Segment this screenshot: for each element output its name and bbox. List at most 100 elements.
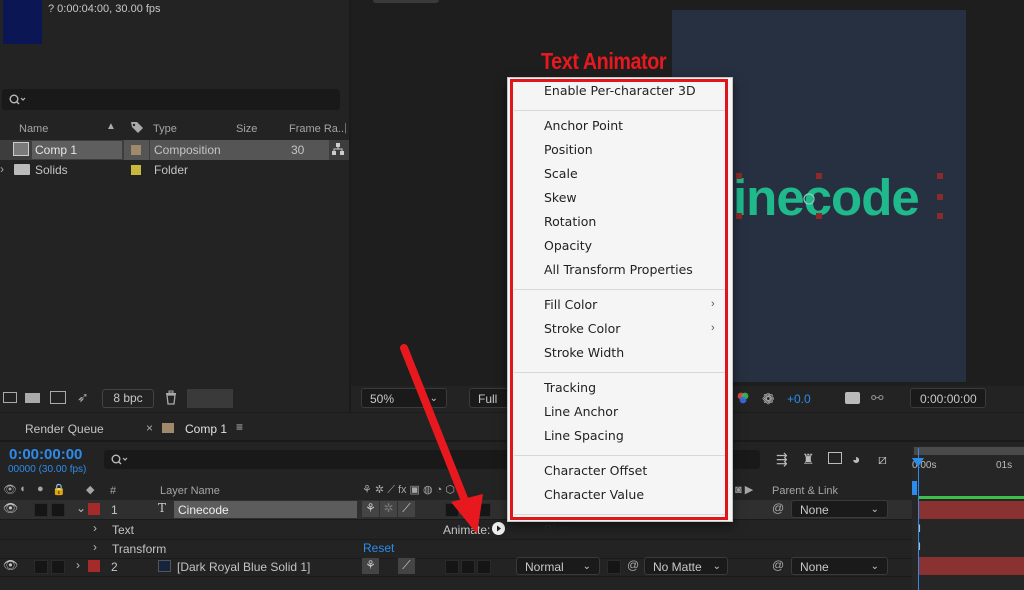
new-folder-icon[interactable] — [25, 393, 40, 403]
ruler-1s: 01s — [996, 460, 1013, 471]
viewer-tab-stub — [373, 0, 439, 3]
layer-number: 2 — [111, 560, 118, 574]
item-type: Composition — [154, 143, 221, 157]
parent-header: Parent & Link — [772, 485, 839, 497]
project-item-folder[interactable]: › Solids Folder — [0, 160, 349, 180]
expand-chevron-icon[interactable]: › — [93, 540, 97, 554]
audio-icon[interactable]: ◖ — [19, 483, 26, 495]
label-tag-icon[interactable] — [130, 121, 144, 137]
playhead-line[interactable] — [918, 448, 919, 590]
snapshot-camera-icon[interactable] — [845, 392, 860, 404]
tab-menu-icon[interactable]: ≡ — [236, 420, 243, 434]
pick-whip-icon[interactable]: @ — [627, 558, 639, 572]
col-frame-rate[interactable]: Frame Ra... — [289, 123, 347, 135]
parent-dropdown-1[interactable]: None ⌄ — [791, 500, 888, 518]
menu-item-blur[interactable]: Blur — [544, 520, 569, 540]
sort-up-icon[interactable]: ▲ — [106, 121, 116, 132]
motion-blur-icon[interactable]: ⧄ — [878, 451, 887, 468]
solo-toggle[interactable] — [34, 560, 48, 574]
tab-comp[interactable]: Comp 1 — [185, 422, 227, 436]
frame-blending-icon[interactable]: ◕ — [852, 451, 860, 467]
label-swatch[interactable] — [131, 165, 141, 175]
viewer-timecode[interactable]: 0:00:00:00 — [910, 388, 986, 408]
track-matte-dropdown[interactable]: No Matte ⌄ — [644, 557, 728, 575]
item-frame-rate: 30 — [291, 143, 305, 157]
layer-2-bar[interactable] — [918, 557, 1024, 575]
color-channels-icon[interactable] — [736, 391, 750, 408]
switch-box[interactable] — [477, 560, 491, 574]
expand-chevron-icon[interactable]: › — [0, 162, 4, 176]
label-swatch[interactable] — [131, 145, 141, 155]
animate-button[interactable] — [492, 522, 505, 535]
quality-switch[interactable]: ⟋ — [398, 558, 415, 574]
lock-toggle[interactable] — [51, 560, 65, 574]
switch-box[interactable] — [445, 560, 459, 574]
visibility-eye-icon[interactable]: 👁 — [3, 558, 18, 572]
col-name[interactable]: Name — [19, 123, 48, 135]
bpc-swatch — [187, 389, 233, 408]
solo-icon[interactable]: ● — [37, 483, 44, 495]
visibility-eye-icon[interactable]: 👁 — [3, 501, 18, 515]
lock-toggle[interactable] — [51, 503, 65, 517]
bpc-button[interactable]: 8 bpc — [102, 389, 154, 408]
hide-shy-icon[interactable] — [828, 452, 842, 464]
layer-number: 1 — [111, 503, 118, 517]
project-panel — [0, 0, 349, 412]
switch-box[interactable] — [461, 560, 475, 574]
item-name: Comp 1 — [35, 143, 78, 157]
label-swatch[interactable] — [88, 503, 100, 515]
blend-mode-dropdown[interactable]: Normal ⌄ — [516, 557, 600, 575]
track-matte-value: No Matte — [653, 560, 702, 574]
label-swatch[interactable] — [88, 560, 100, 572]
composition-icon — [13, 142, 29, 156]
collapse-chevron-icon[interactable]: ⌄ — [76, 501, 86, 515]
comp-mini-flowchart-icon[interactable]: ⇶ — [776, 451, 788, 468]
pick-whip-icon[interactable]: @ — [772, 558, 784, 572]
timeline-timecode[interactable]: 0:00:00:00 — [9, 446, 82, 463]
draft-3d-icon[interactable]: ♜ — [802, 451, 815, 468]
label-tag-icon[interactable]: ◆ — [86, 483, 94, 496]
shy-switch[interactable]: ⚘ — [362, 558, 379, 574]
layer-1-bar[interactable] — [918, 501, 1024, 519]
preserve-transparency-box[interactable] — [607, 560, 621, 574]
work-area-bar[interactable] — [914, 447, 1024, 455]
shy-switch[interactable]: ⚘ — [362, 501, 379, 517]
show-snapshot-icon[interactable]: ⚯ — [871, 389, 884, 407]
expand-chevron-icon[interactable]: › — [76, 558, 80, 572]
solid-layer-icon — [158, 560, 171, 572]
work-area-start[interactable] — [912, 481, 917, 495]
parent-value: None — [800, 503, 829, 517]
render-icon[interactable]: ➶ — [77, 389, 89, 406]
search-icon — [9, 94, 26, 105]
collapse-switch[interactable]: ✲ — [380, 501, 397, 517]
reset-link[interactable]: Reset — [363, 541, 394, 555]
parent-value: None — [800, 560, 829, 574]
tab-render-queue[interactable]: Render Queue — [25, 422, 104, 436]
eye-icon[interactable]: 👁 — [3, 483, 17, 496]
col-size[interactable]: Size — [236, 123, 257, 135]
solo-toggle[interactable] — [34, 503, 48, 517]
pick-whip-icon[interactable]: @ — [772, 501, 784, 515]
layer-name-header[interactable]: Layer Name — [160, 485, 220, 497]
parent-dropdown-2[interactable]: None ⌄ — [791, 557, 888, 575]
playhead-handle[interactable] — [912, 458, 924, 467]
flowchart-icon[interactable] — [331, 142, 345, 159]
col-divider: | — [344, 122, 347, 134]
project-column-header: Name ▲ Type Size Frame Ra... | — [0, 120, 349, 138]
close-tab-icon[interactable]: × — [146, 421, 153, 435]
blend-mode-value: Normal — [525, 560, 564, 574]
interpret-footage-icon[interactable] — [3, 392, 17, 403]
layer-row-2[interactable]: 👁 › 2 [Dark Royal Blue Solid 1] ⚘ ⟋ Norm… — [0, 556, 912, 577]
project-search-input[interactable] — [2, 89, 340, 110]
new-composition-icon[interactable] — [50, 391, 66, 404]
project-item-comp[interactable]: Comp 1 Composition 30 — [0, 140, 349, 160]
exposure-value[interactable]: +0.0 — [787, 392, 811, 406]
trash-icon[interactable] — [165, 390, 177, 408]
exposure-icon[interactable]: ❁ — [762, 390, 775, 408]
annotation-arrow-icon — [400, 344, 483, 534]
lock-icon[interactable]: 🔒 — [52, 483, 66, 496]
col-type[interactable]: Type — [153, 123, 177, 135]
item-type: Folder — [154, 163, 189, 177]
project-footer: ➶ 8 bpc — [0, 386, 349, 412]
expand-chevron-icon[interactable]: › — [93, 521, 97, 535]
